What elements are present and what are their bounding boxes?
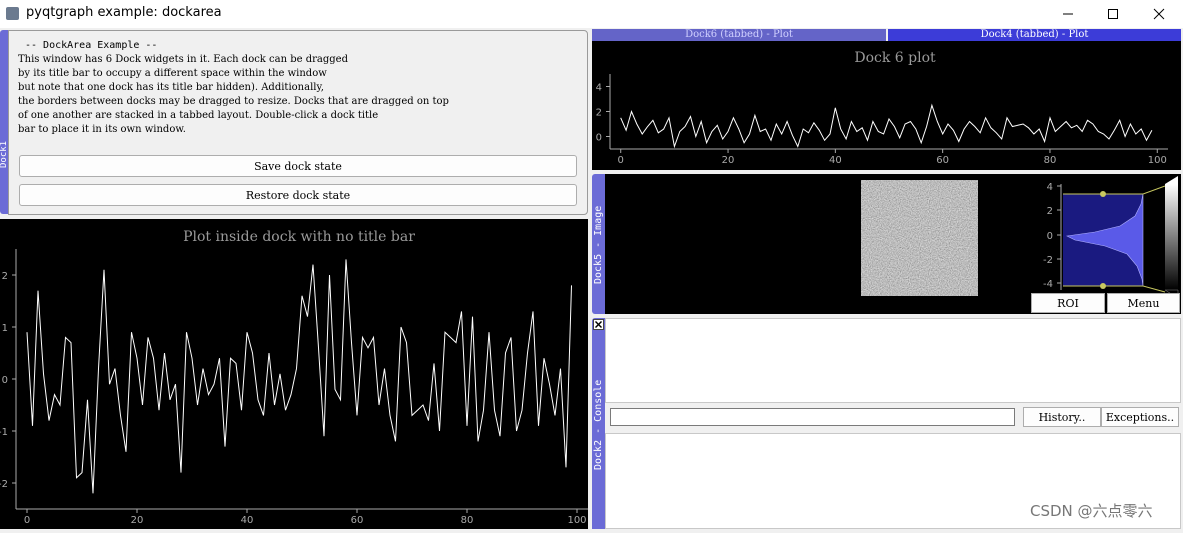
dock1-description-line: the borders between docks may be dragged… [18,96,449,107]
minimize-button[interactable] [1045,0,1091,28]
dock3-plot-y-tick-label: 1 [2,323,8,334]
dock2: Dock2 - Console History.. Exceptions.. [592,318,1181,529]
dock3-plot-x-tick-label: 40 [241,515,254,526]
save-dock-state-button[interactable]: Save dock state [19,155,577,177]
dock3-plot-x-tick-label: 60 [351,515,364,526]
dock3-plot-y-tick-label: 2 [2,271,8,282]
level-handle-top[interactable] [1100,191,1106,197]
gradient-tick-top[interactable] [1165,176,1178,184]
dock1-description-line: by its title bar to occupy a different s… [18,68,327,79]
restore-dock-state-button[interactable]: Restore dock state [19,184,577,206]
level-link-top [1142,185,1166,195]
dock3-plot-y-tick-label: -2 [0,479,8,490]
close-icon [1153,8,1165,20]
tab-dock6-label: Dock6 (tabbed) - Plot [685,29,793,40]
dock1-description-line: but note that one dock has its title bar… [18,82,324,93]
dock1: Dock1 -- DockArea Example -- This window… [0,30,588,216]
dock6-plot-series [620,103,1153,149]
dock6-plot-x-tick-label: 60 [936,155,949,166]
dock6-plot-title: Dock 6 plot [854,50,936,66]
dock1-description: This window has 6 Dock widgets in it. Ea… [18,53,449,137]
dock2-close-button[interactable] [593,319,604,330]
tab-dock4[interactable]: Dock4 (tabbed) - Plot [888,29,1181,41]
close-button[interactable] [1136,0,1182,28]
dock3-plot-series [26,259,572,494]
console-output[interactable] [605,318,1181,403]
exceptions-button[interactable]: Exceptions.. [1101,407,1179,427]
window-title: pyqtgraph example: dockarea [26,5,222,20]
window-titlebar[interactable]: pyqtgraph example: dockarea [0,0,1183,28]
dock1-description-line: This window has 6 Dock widgets in it. Ea… [18,54,348,65]
dock3-plot-title: Plot inside dock with no title bar [183,229,415,245]
dock2-title-bar[interactable]: Dock2 - Console [592,318,605,529]
dock6-plot-y-tick-label: 2 [596,108,602,119]
history-button[interactable]: History.. [1023,407,1101,427]
tab-dock6[interactable]: Dock6 (tabbed) - Plot [592,29,886,41]
maximize-button[interactable] [1090,0,1136,28]
dock6-plot-x-tick-label: 80 [1044,155,1057,166]
menu-button[interactable]: Menu [1107,293,1180,313]
dock5-label: Dock5 - Image [593,205,604,284]
histogram-tick-label: 0 [1047,231,1053,242]
close-icon [595,321,602,328]
console-input-bar: History.. Exceptions.. [605,403,1181,433]
dock1-description-line: bar to place it in its own window. [18,124,186,135]
histogram-tick-label: 4 [1047,182,1053,193]
dock6-plot-canvas[interactable]: Dock 6 plot 0 20 40 60 80 100420 [592,41,1181,170]
dock6-plot-y-tick-label: 0 [596,133,602,144]
app-icon [6,7,19,20]
image-view[interactable]: 4 2 0 -2 -4 ROI Menu [605,174,1181,314]
console-input[interactable] [610,408,1015,426]
dock6-plot[interactable]: Dock 6 plot 0 20 40 60 80 100 4 2 0 [592,41,1181,170]
dock3-plot-canvas[interactable]: Plot inside dock with no title bar 0 20 40… [0,219,588,529]
dock3-plot[interactable]: Plot inside dock with no title bar 0 20 40… [0,219,588,529]
histogram-tick-label: 2 [1047,206,1053,217]
dock1-title-bar[interactable]: Dock1 [0,30,9,214]
dock3-plot-x-tick-label: 0 [24,515,30,526]
dock3-plot-x-tick-label: 100 [567,515,586,526]
dock3-plot-y-tick-label: -1 [0,427,8,438]
dock6-plot-x-tick-label: 20 [722,155,735,166]
tab-dock4-label: Dock4 (tabbed) - Plot [980,29,1089,40]
dock2-label: Dock2 - Console [593,379,604,470]
dock1-content: -- DockArea Example -- This window has 6… [8,30,588,215]
dock3-plot-x-tick-label: 80 [461,515,474,526]
dock5: Dock5 - Image 4 2 0 -2 -4 ROI Menu [592,174,1181,314]
noise-image-texture [861,180,978,296]
roi-button[interactable]: ROI [1031,293,1105,313]
dock6-plot-y-tick-label: 4 [596,83,602,94]
histogram-tick-label: -2 [1043,255,1053,266]
dock6-plot-x-tick-label: 0 [618,155,624,166]
dock1-description-line: of one another are stacked in a tabbed l… [18,110,379,121]
dock3-plot-x-tick-label: 20 [131,515,144,526]
level-handle-bottom[interactable] [1100,283,1106,289]
level-link-bottom [1142,285,1166,293]
dock3-plot-y-tick-label: 0 [2,375,8,386]
dock5-title-bar[interactable]: Dock5 - Image [592,174,605,314]
watermark-text: CSDN @六点零六 [1030,502,1153,520]
gradient-bar[interactable] [1165,184,1178,290]
dock6-plot-x-tick-label: 100 [1148,155,1167,166]
dock6-plot-x-tick-label: 40 [829,155,842,166]
histogram-tick-label: -4 [1043,279,1053,290]
minimize-icon [1063,13,1073,15]
maximize-icon [1108,9,1118,19]
dock1-heading: -- DockArea Example -- [25,40,158,51]
